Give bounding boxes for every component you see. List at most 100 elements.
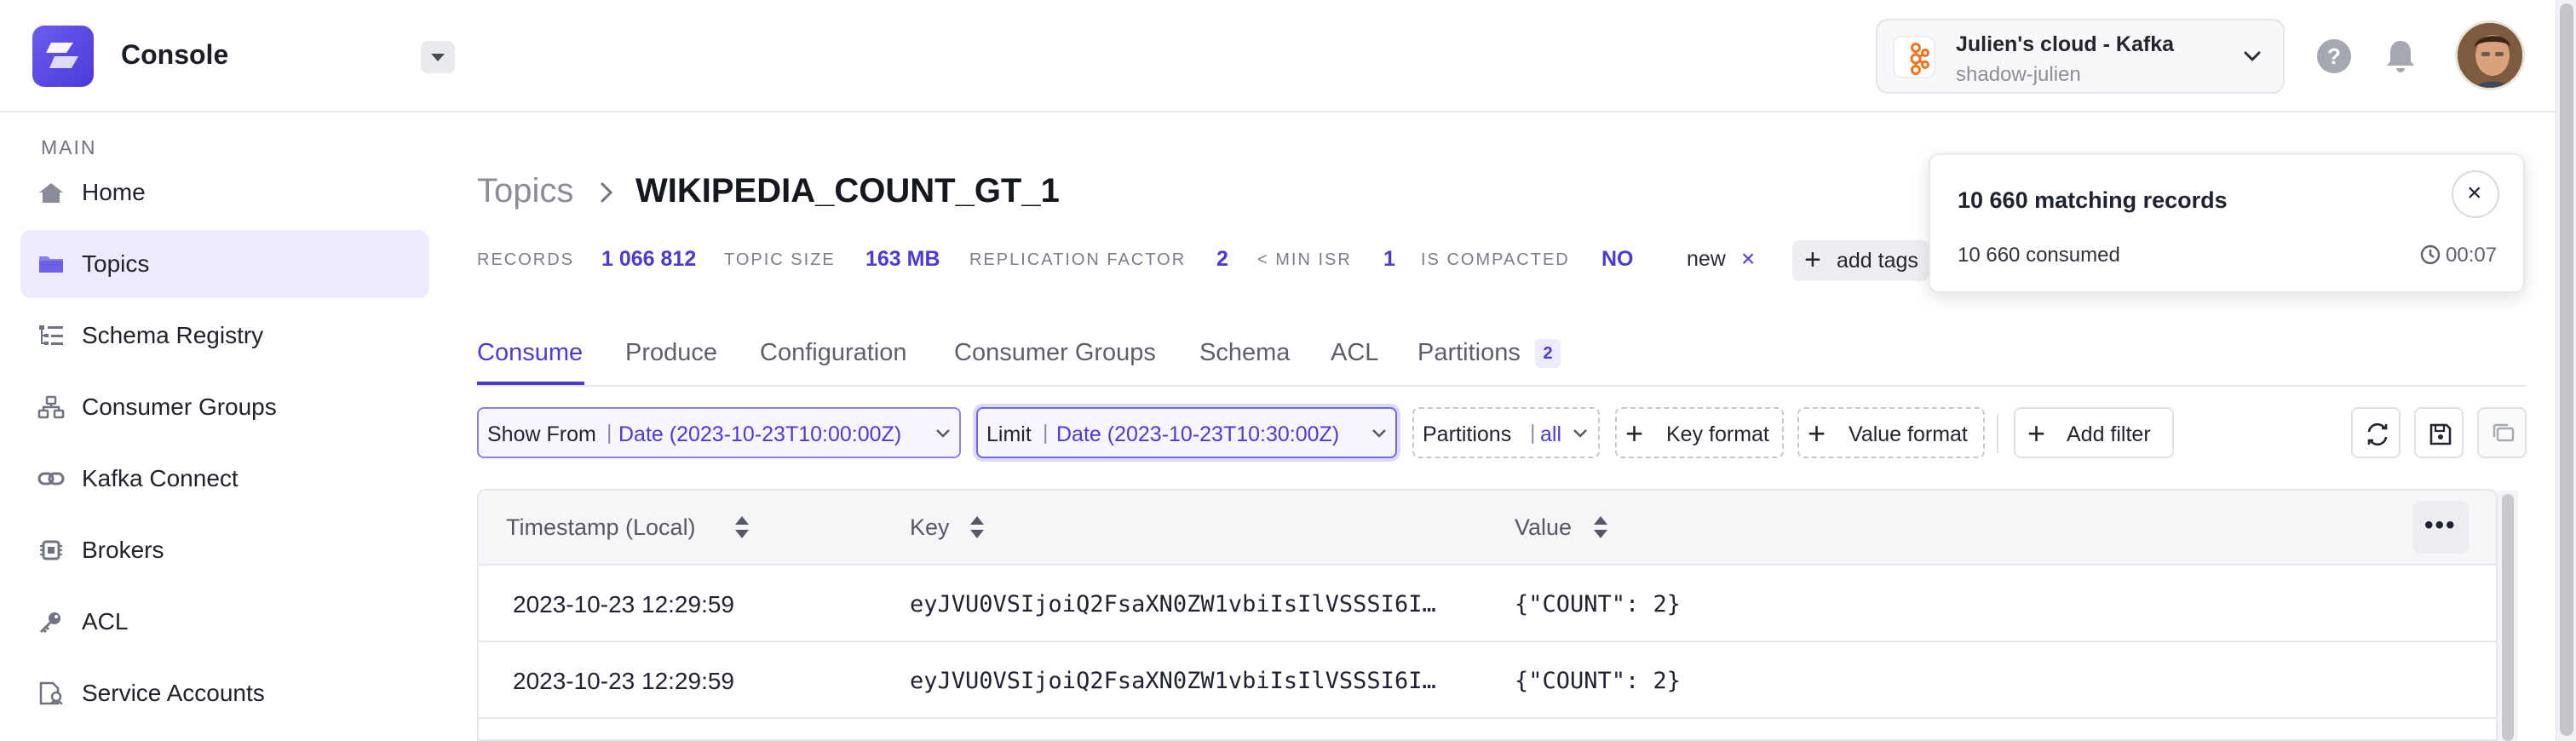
sort-icon[interactable] [1591,514,1610,540]
column-header-key[interactable]: Key [910,514,950,541]
value-format-button[interactable]: + Value format [1797,407,1985,458]
sidebar-item-home[interactable]: Home [20,158,429,227]
sort-icon[interactable] [733,514,751,540]
app-title: Console [121,39,229,70]
sidebar-item-service-accounts[interactable]: Service Accounts [20,659,429,727]
sidebar-item-kafka-connect[interactable]: Kafka Connect [20,445,429,513]
show-from-label: Show From [487,422,596,446]
matching-records-popover: 10 660 matching records × 10 660 consume… [1929,153,2525,293]
sort-icon[interactable] [968,514,986,540]
save-button[interactable] [2414,407,2464,458]
tab-configuration[interactable]: Configuration [760,339,907,367]
limit-label: Limit [986,422,1032,446]
sidebar-item-label: Topics [82,250,150,277]
sidebar-item-consumer-groups[interactable]: Consumer Groups [20,373,429,441]
tab-partitions[interactable]: Partitions [1417,339,1521,367]
remove-tag-icon[interactable]: × [1741,245,1755,273]
records-value: 1 066 812 [601,247,697,271]
app-switcher-dropdown[interactable] [421,41,455,73]
show-from-value: Date (2023-10-23T10:00:00Z) [618,422,902,446]
console-logo-icon[interactable] [32,26,94,87]
sidebar-item-brokers[interactable]: Brokers [20,516,429,584]
show-from-filter[interactable]: Show From | Date (2023-10-23T10:00:00Z) [477,407,961,458]
add-tags-label: add tags [1837,249,1918,273]
filter-divider: | [607,421,612,445]
tab-schema[interactable]: Schema [1199,339,1290,367]
toolbar-divider [1997,414,1998,453]
page-title: WIKIPEDIA_COUNT_GT_1 [635,172,1060,210]
close-button[interactable]: × [2452,170,2499,218]
page-scrollbar-thumb[interactable] [2560,3,2573,736]
tab-consumer-groups[interactable]: Consumer Groups [954,339,1156,367]
key-format-label: Key format [1666,422,1769,446]
elapsed-time: 00:07 [2446,244,2498,267]
sidebar-item-acl[interactable]: ACL [20,588,429,656]
table-scrollbar[interactable] [2498,491,2518,741]
home-icon [39,183,63,203]
cell-timestamp: 2023-10-23 12:29:59 [513,668,734,694]
kafka-icon [1893,36,1935,78]
cell-key: eyJVU0VSIjoiQ2FsaXN0ZW1vbiIsIlVSSSI6I… [910,668,1436,694]
table-row[interactable]: 2023-10-23 12:29:59 eyJVU0VSIjoiQ2FsaXN0… [479,566,2496,642]
value-format-label: Value format [1849,422,1968,446]
sidebar: MAIN Home Topics Schema Registry Consume… [0,114,451,741]
breadcrumb-topics-link[interactable]: Topics [477,172,573,210]
copy-icon [2493,423,2515,442]
is-compacted-label: IS COMPACTED [1421,250,1570,269]
add-tags-button[interactable]: + add tags [1792,240,1929,281]
cluster-name: Julien's cloud - Kafka [1956,32,2175,56]
limit-filter[interactable]: Limit | Date (2023-10-23T10:30:00Z) [976,407,1397,458]
save-icon [2429,423,2452,445]
user-avatar[interactable] [2455,20,2525,90]
sidebar-item-label: ACL [82,608,129,635]
cell-value: {"COUNT": 2} [1515,668,1682,694]
page-scrollbar[interactable] [2556,0,2576,741]
tab-produce[interactable]: Produce [625,339,717,367]
link-icon [37,472,65,485]
cell-timestamp: 2023-10-23 12:29:59 [513,591,734,618]
consumed-count: 10 660 consumed [1958,244,2120,267]
table-scrollbar-thumb[interactable] [2502,494,2514,741]
topic-tabs: Consume Produce Configuration Consumer G… [477,336,2526,387]
copy-button[interactable] [2477,407,2527,458]
plus-icon: + [1808,416,1826,451]
sidebar-item-label: Consumer Groups [82,393,277,420]
is-compacted-value: NO [1601,247,1634,271]
sidebar-section-label: MAIN [41,136,97,158]
column-header-value[interactable]: Value [1515,514,1572,541]
topic-size-label: TOPIC SIZE [724,250,836,269]
tab-consume[interactable]: Consume [477,339,583,367]
cell-key: eyJVU0VSIjoiQ2FsaXN0ZW1vbiIsIlVSSSI6I… [910,591,1436,618]
help-icon[interactable]: ? [2317,39,2351,73]
filter-divider: | [1530,421,1536,445]
sidebar-item-label: Kafka Connect [82,465,239,491]
min-isr-value: 1 [1383,247,1395,271]
sidebar-item-topics[interactable]: Topics [20,230,429,298]
clock-icon [2420,244,2441,265]
bell-icon[interactable] [2383,37,2418,75]
sidebar-item-schema-registry[interactable]: Schema Registry [20,302,429,370]
cell-value: {"COUNT": 2} [1515,591,1682,618]
key-icon [39,612,60,634]
partitions-filter[interactable]: Partitions | all [1412,407,1600,458]
cluster-selector[interactable]: Julien's cloud - Kafka shadow-julien [1876,19,2285,94]
refresh-icon [2367,422,2388,446]
min-isr-label: < MIN ISR [1257,250,1352,269]
refresh-button[interactable] [2351,407,2401,458]
partitions-value: all [1540,422,1562,446]
add-filter-button[interactable]: + Add filter [2014,407,2174,458]
table-row[interactable]: 2023-10-23 12:29:59 eyJVU0VSIjoiQ2FsaXN0… [479,642,2496,719]
plus-icon: + [1804,244,1821,276]
sidebar-item-label: Service Accounts [82,680,265,706]
table-header: Timestamp (Local) Key Value ••• [479,491,2496,566]
replication-factor-label: REPLICATION FACTOR [969,250,1187,269]
table-options-button[interactable]: ••• [2412,501,2469,554]
chip-icon [40,540,62,560]
sidebar-item-label: Home [82,179,146,205]
key-format-button[interactable]: + Key format [1615,407,1784,458]
column-header-timestamp[interactable]: Timestamp (Local) [506,514,696,541]
chevron-down-icon [2244,51,2261,61]
tab-acl[interactable]: ACL [1331,339,1378,367]
partitions-count-badge: 2 [1535,339,1561,368]
filter-divider: | [1043,421,1049,445]
